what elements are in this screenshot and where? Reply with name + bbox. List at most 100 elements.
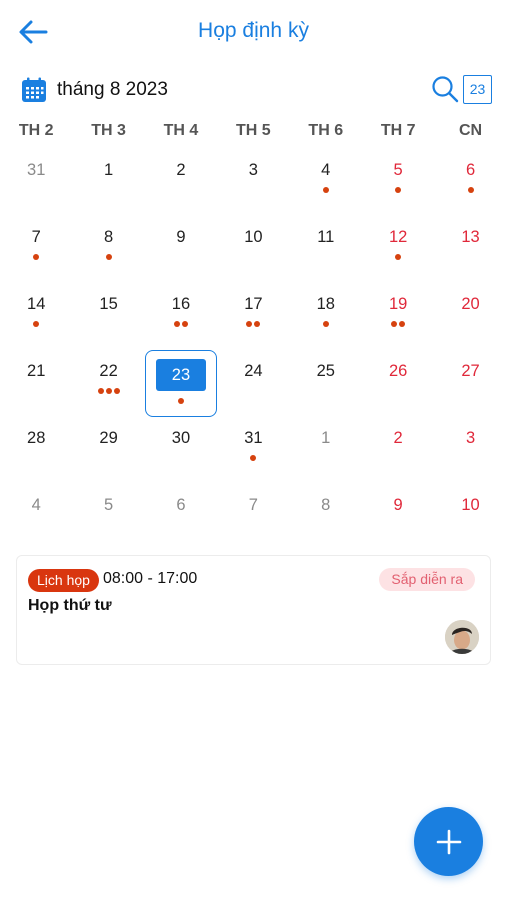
calendar-day[interactable]: 5: [362, 150, 434, 217]
calendar-grid: 31 1 2 3 4 5 6 7 8 9 10 11 12 13 14 15 16 17 18 19 20 21 22 23 2…: [0, 150, 507, 552]
calendar-day-selected[interactable]: 23: [145, 350, 218, 418]
event-indicator-dots: [217, 321, 289, 327]
event-dot: [246, 321, 253, 327]
day-number: 1: [321, 429, 331, 447]
day-number: 28: [27, 429, 46, 447]
calendar-day[interactable]: 5: [72, 485, 144, 552]
day-number: 7: [31, 228, 41, 246]
calendar-day[interactable]: 27: [434, 351, 506, 418]
day-number: 12: [388, 228, 408, 246]
calendar-icon[interactable]: [21, 77, 47, 108]
calendar-day[interactable]: 16: [145, 284, 217, 351]
calendar-day[interactable]: 2: [145, 150, 217, 217]
event-dot: [181, 321, 188, 327]
weekday-label: TH 3: [91, 122, 126, 139]
calendar-day[interactable]: 30: [145, 418, 217, 485]
calendar-day[interactable]: 6: [145, 485, 217, 552]
calendar-day[interactable]: 20: [434, 284, 506, 351]
calendar-day[interactable]: 19: [362, 284, 434, 351]
add-event-button[interactable]: [414, 807, 483, 876]
day-number: 4: [321, 161, 331, 179]
calendar-day[interactable]: 3: [434, 418, 506, 485]
calendar-day[interactable]: 1: [72, 150, 144, 217]
event-dot: [399, 321, 406, 327]
day-number: 31: [27, 161, 46, 179]
calendar-day[interactable]: 22: [72, 351, 144, 418]
event-dot: [254, 321, 261, 327]
weekday-label: TH 2: [18, 122, 54, 139]
day-number: 22: [99, 362, 118, 380]
calendar-day[interactable]: 15: [72, 284, 144, 351]
event-card[interactable]: Lịch họp 08:00 - 17:00 Sắp diễn ra Họp t…: [16, 555, 491, 665]
page-title: Họp định kỳ: [198, 19, 309, 42]
calendar-day[interactable]: 26: [362, 351, 434, 418]
calendar-day[interactable]: 10: [217, 217, 289, 284]
event-dot: [467, 187, 474, 193]
event-indicator-dots: [72, 388, 144, 394]
event-indicator-dots: [362, 321, 434, 327]
day-number: 14: [27, 295, 46, 313]
event-dot: [105, 388, 112, 394]
search-button[interactable]: [431, 75, 459, 103]
calendar-day[interactable]: 9: [145, 217, 217, 284]
calendar-day[interactable]: 14: [0, 284, 72, 351]
calendar-day[interactable]: 4: [290, 150, 362, 217]
calendar-day[interactable]: 31: [0, 150, 72, 217]
event-indicator-dots: [290, 187, 362, 193]
day-number: 8: [103, 228, 114, 246]
calendar-day[interactable]: 12: [362, 217, 434, 284]
calendar-day[interactable]: 31: [217, 418, 289, 485]
month-label[interactable]: tháng 8 2023: [57, 79, 168, 101]
day-number: 2: [393, 429, 403, 447]
event-indicator-dots: [217, 455, 289, 461]
event-dot: [395, 187, 402, 193]
calendar-day[interactable]: 2: [362, 418, 434, 485]
calendar-day[interactable]: 18: [290, 284, 362, 351]
calendar-day[interactable]: 7: [0, 217, 72, 284]
event-indicator-dots: [434, 187, 506, 193]
event-dot: [173, 321, 180, 327]
day-number: 17: [244, 295, 263, 313]
event-indicator-dots: [362, 254, 434, 260]
event-dot: [113, 388, 120, 394]
day-number: 5: [103, 496, 114, 514]
calendar-day[interactable]: 21: [0, 351, 72, 418]
event-dot: [395, 254, 402, 260]
calendar-day[interactable]: 9: [362, 485, 434, 552]
event-time: 08:00 - 17:00: [103, 570, 198, 587]
calendar-day[interactable]: 8: [290, 485, 362, 552]
calendar-day[interactable]: 10: [434, 485, 506, 552]
calendar-day[interactable]: 24: [217, 351, 289, 418]
calendar-day[interactable]: 25: [290, 351, 362, 418]
day-number: 30: [171, 429, 191, 447]
day-number: 26: [388, 362, 408, 380]
calendar-day[interactable]: 13: [434, 217, 506, 284]
weekday-header: TH 2 TH 3 TH 4 TH 5 TH 6 TH 7 CN: [0, 122, 507, 146]
today-button[interactable]: 23: [463, 75, 492, 104]
status-badge: Sắp diễn ra: [379, 568, 475, 591]
day-number: 3: [465, 429, 476, 447]
calendar-day[interactable]: 7: [217, 485, 289, 552]
calendar-day[interactable]: 29: [72, 418, 144, 485]
calendar-day[interactable]: 17: [217, 284, 289, 351]
event-indicator-dots: [145, 321, 217, 327]
calendar-day[interactable]: 1: [290, 418, 362, 485]
plus-icon: [436, 829, 461, 854]
day-number: 4: [31, 496, 41, 514]
weekday-label: CN: [458, 122, 483, 139]
weekday-label: TH 6: [308, 122, 344, 139]
calendar-day[interactable]: 8: [72, 217, 144, 284]
day-number: 13: [461, 228, 480, 246]
day-number: 10: [461, 496, 480, 514]
calendar-day[interactable]: 4: [0, 485, 72, 552]
event-dot: [177, 398, 184, 404]
day-number: 25: [316, 362, 335, 380]
avatar: [445, 620, 479, 654]
day-number: 31: [244, 429, 263, 447]
calendar-day[interactable]: 6: [434, 150, 506, 217]
calendar-day[interactable]: 11: [290, 217, 362, 284]
calendar-day[interactable]: 3: [217, 150, 289, 217]
calendar-day[interactable]: 28: [0, 418, 72, 485]
event-dot: [250, 455, 257, 461]
event-type-badge: Lịch họp: [28, 569, 99, 592]
